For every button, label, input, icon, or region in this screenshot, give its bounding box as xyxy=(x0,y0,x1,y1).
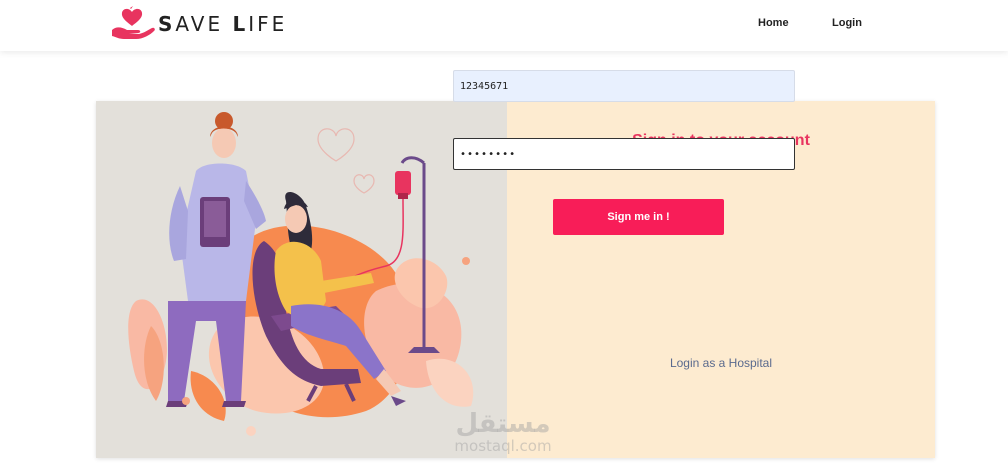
brand-name: SAVE LIFE xyxy=(158,12,288,36)
heart-hand-icon xyxy=(112,6,155,39)
sign-in-button[interactable]: Sign me in ! xyxy=(553,199,724,235)
navbar: SAVE LIFE Home Login xyxy=(0,0,1008,51)
brand-logo[interactable]: SAVE LIFE xyxy=(110,6,287,42)
nav-home-link[interactable]: Home xyxy=(758,17,789,29)
username-input[interactable] xyxy=(453,70,795,102)
hospital-login-link[interactable]: Login as a Hospital xyxy=(507,356,935,370)
password-input[interactable] xyxy=(453,138,795,170)
illustration-art xyxy=(128,112,474,436)
nav-login-link[interactable]: Login xyxy=(832,17,862,29)
blood-donation-illustration xyxy=(96,101,507,458)
